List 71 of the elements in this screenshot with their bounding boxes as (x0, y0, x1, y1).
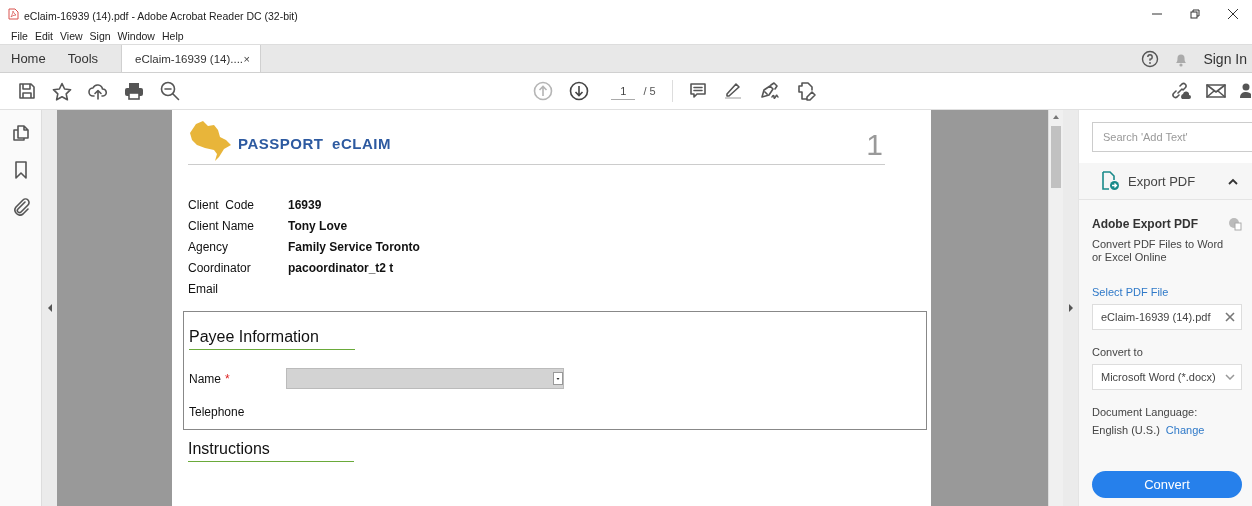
tab[interactable]: eClaim-16939 (14)....× (121, 45, 262, 72)
menu-item[interactable]: Window (117, 29, 155, 42)
collapse-left-icon[interactable] (46, 303, 53, 313)
field-label: Telephone (189, 405, 246, 419)
field-label: Convert to (1092, 346, 1144, 358)
page-count: / 5 (643, 85, 656, 97)
menu-item[interactable]: View (60, 29, 83, 42)
link-cloud-icon[interactable] (1170, 82, 1192, 100)
logo-text: PASSPORT eCLAIM (238, 134, 391, 152)
field-label: Agency (188, 240, 230, 254)
scrollbar[interactable] (1048, 110, 1063, 506)
menu-item[interactable]: Help (161, 29, 184, 42)
field-label: Name (189, 371, 221, 386)
field-label: Client Code (188, 198, 256, 212)
pdf-file-icon (8, 7, 19, 20)
field-label: Email (188, 282, 219, 296)
field-label: Document Language: (1092, 406, 1199, 418)
section-heading: Instructions (188, 440, 354, 462)
save-icon[interactable] (18, 82, 36, 100)
language-value: English (U.S.) (1092, 424, 1160, 436)
field-value: 16939 (288, 198, 323, 212)
required-mark: * (225, 371, 230, 386)
add-user-icon[interactable] (1240, 82, 1252, 100)
highlighter-icon[interactable] (722, 82, 743, 100)
chevron-up-icon[interactable] (1228, 177, 1238, 185)
pages-icon[interactable] (11, 124, 30, 142)
field-value: pacoordinator_t2 t (288, 261, 395, 275)
section-heading: Payee Information (189, 328, 355, 350)
page-number: 1 (866, 128, 883, 162)
sign-in-link[interactable]: Sign In (1203, 50, 1247, 67)
star-icon[interactable] (52, 81, 72, 101)
cloud-upload-icon[interactable] (88, 82, 108, 100)
change-link[interactable]: Change (1165, 424, 1205, 436)
tab[interactable]: Home (0, 45, 57, 72)
file-field[interactable]: eClaim-16939 (14).pdf (1092, 304, 1242, 330)
menu-item[interactable]: Sign (89, 29, 111, 42)
restore-icon[interactable] (1190, 8, 1200, 19)
page-number-field[interactable]: 1 (611, 82, 636, 100)
close-tab-button[interactable]: × (243, 52, 251, 65)
document-edit-icon[interactable] (796, 81, 817, 101)
pen-signature-icon[interactable] (758, 82, 781, 100)
panel-title: Adobe Export PDF (1092, 217, 1198, 231)
menu-item[interactable]: Edit (34, 29, 53, 42)
clear-icon[interactable] (1225, 312, 1235, 322)
field-label: Client Name (188, 219, 256, 233)
panel-description: Convert PDF Files to Word or Excel Online (1092, 238, 1224, 264)
scrollbar-thumb[interactable] (1051, 126, 1061, 188)
convert-button[interactable]: Convert (1092, 471, 1242, 498)
field-value: Family Service Toronto (288, 240, 420, 254)
zoom-out-icon[interactable] (160, 81, 180, 101)
tab[interactable]: Tools (56, 45, 110, 72)
tool-header[interactable]: Export PDF (1079, 163, 1252, 200)
format-dropdown[interactable]: Microsoft Word (*.docx) (1092, 364, 1242, 390)
paperclip-icon[interactable] (11, 198, 30, 216)
select-file-link[interactable]: Select PDF File (1092, 286, 1242, 298)
help-icon[interactable] (1141, 49, 1160, 68)
window-title: eClaim-16939 (14).pdf - Adobe Acrobat Reader DC (32-bit) (24, 8, 298, 22)
menu-item[interactable]: File (11, 29, 28, 42)
chevron-down-icon[interactable] (1225, 374, 1235, 380)
bookmark-icon[interactable] (13, 161, 28, 179)
field-value: Tony Love (288, 219, 349, 233)
print-icon[interactable] (124, 82, 144, 100)
close-icon[interactable] (1228, 8, 1238, 19)
mail-icon[interactable] (1206, 83, 1226, 99)
scroll-up-icon[interactable] (1052, 114, 1060, 120)
dropdown-field[interactable] (286, 368, 564, 389)
field-label: Coordinator (188, 261, 252, 275)
comment-icon[interactable] (688, 82, 707, 100)
page-down-icon[interactable] (569, 81, 590, 101)
export-pdf-icon (1100, 171, 1120, 191)
expand-right-icon[interactable] (1067, 303, 1074, 313)
